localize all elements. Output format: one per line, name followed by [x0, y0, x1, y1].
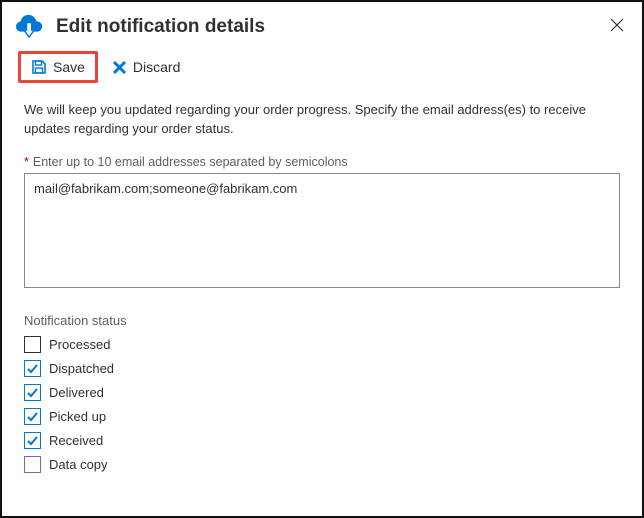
checkbox-label: Delivered	[49, 385, 104, 400]
panel-header: Edit notification details	[2, 2, 642, 47]
check-icon	[26, 434, 39, 447]
status-row: Received	[24, 432, 620, 449]
close-button[interactable]	[606, 12, 628, 41]
toolbar: Save Discard	[2, 47, 642, 91]
required-indicator: *	[24, 155, 29, 169]
notification-status-label: Notification status	[24, 313, 620, 328]
save-label: Save	[53, 59, 85, 75]
checkbox[interactable]	[24, 408, 41, 425]
description-text: We will keep you updated regarding your …	[24, 101, 620, 139]
status-row: Delivered	[24, 384, 620, 401]
email-field-label: *Enter up to 10 email addresses separate…	[24, 155, 620, 169]
discard-icon	[112, 60, 127, 75]
edit-notification-panel: Edit notification details Save	[0, 0, 644, 518]
status-row: Processed	[24, 336, 620, 353]
status-row: Data copy	[24, 456, 620, 473]
status-row: Picked up	[24, 408, 620, 425]
save-button[interactable]: Save	[18, 51, 98, 83]
checkbox[interactable]	[24, 432, 41, 449]
panel-title: Edit notification details	[56, 16, 606, 38]
save-icon	[31, 59, 47, 75]
discard-button[interactable]: Discard	[102, 54, 190, 80]
check-icon	[26, 386, 39, 399]
status-row: Dispatched	[24, 360, 620, 377]
checkbox-label: Processed	[49, 337, 110, 352]
checkbox[interactable]	[24, 384, 41, 401]
panel-content: We will keep you updated regarding your …	[2, 91, 642, 473]
checkbox-label: Dispatched	[49, 361, 114, 376]
checkbox[interactable]	[24, 456, 41, 473]
check-icon	[26, 362, 39, 375]
check-icon	[26, 410, 39, 423]
checkbox-label: Data copy	[49, 457, 108, 472]
checkbox-label: Received	[49, 433, 103, 448]
cloud-import-icon	[16, 13, 44, 41]
email-input[interactable]	[24, 173, 620, 288]
checkbox-label: Picked up	[49, 409, 106, 424]
notification-status-list: Processed Dispatched Delivered Picked up Rec…	[24, 336, 620, 473]
close-icon	[610, 18, 624, 32]
checkbox[interactable]	[24, 336, 41, 353]
discard-label: Discard	[133, 59, 180, 75]
checkbox[interactable]	[24, 360, 41, 377]
